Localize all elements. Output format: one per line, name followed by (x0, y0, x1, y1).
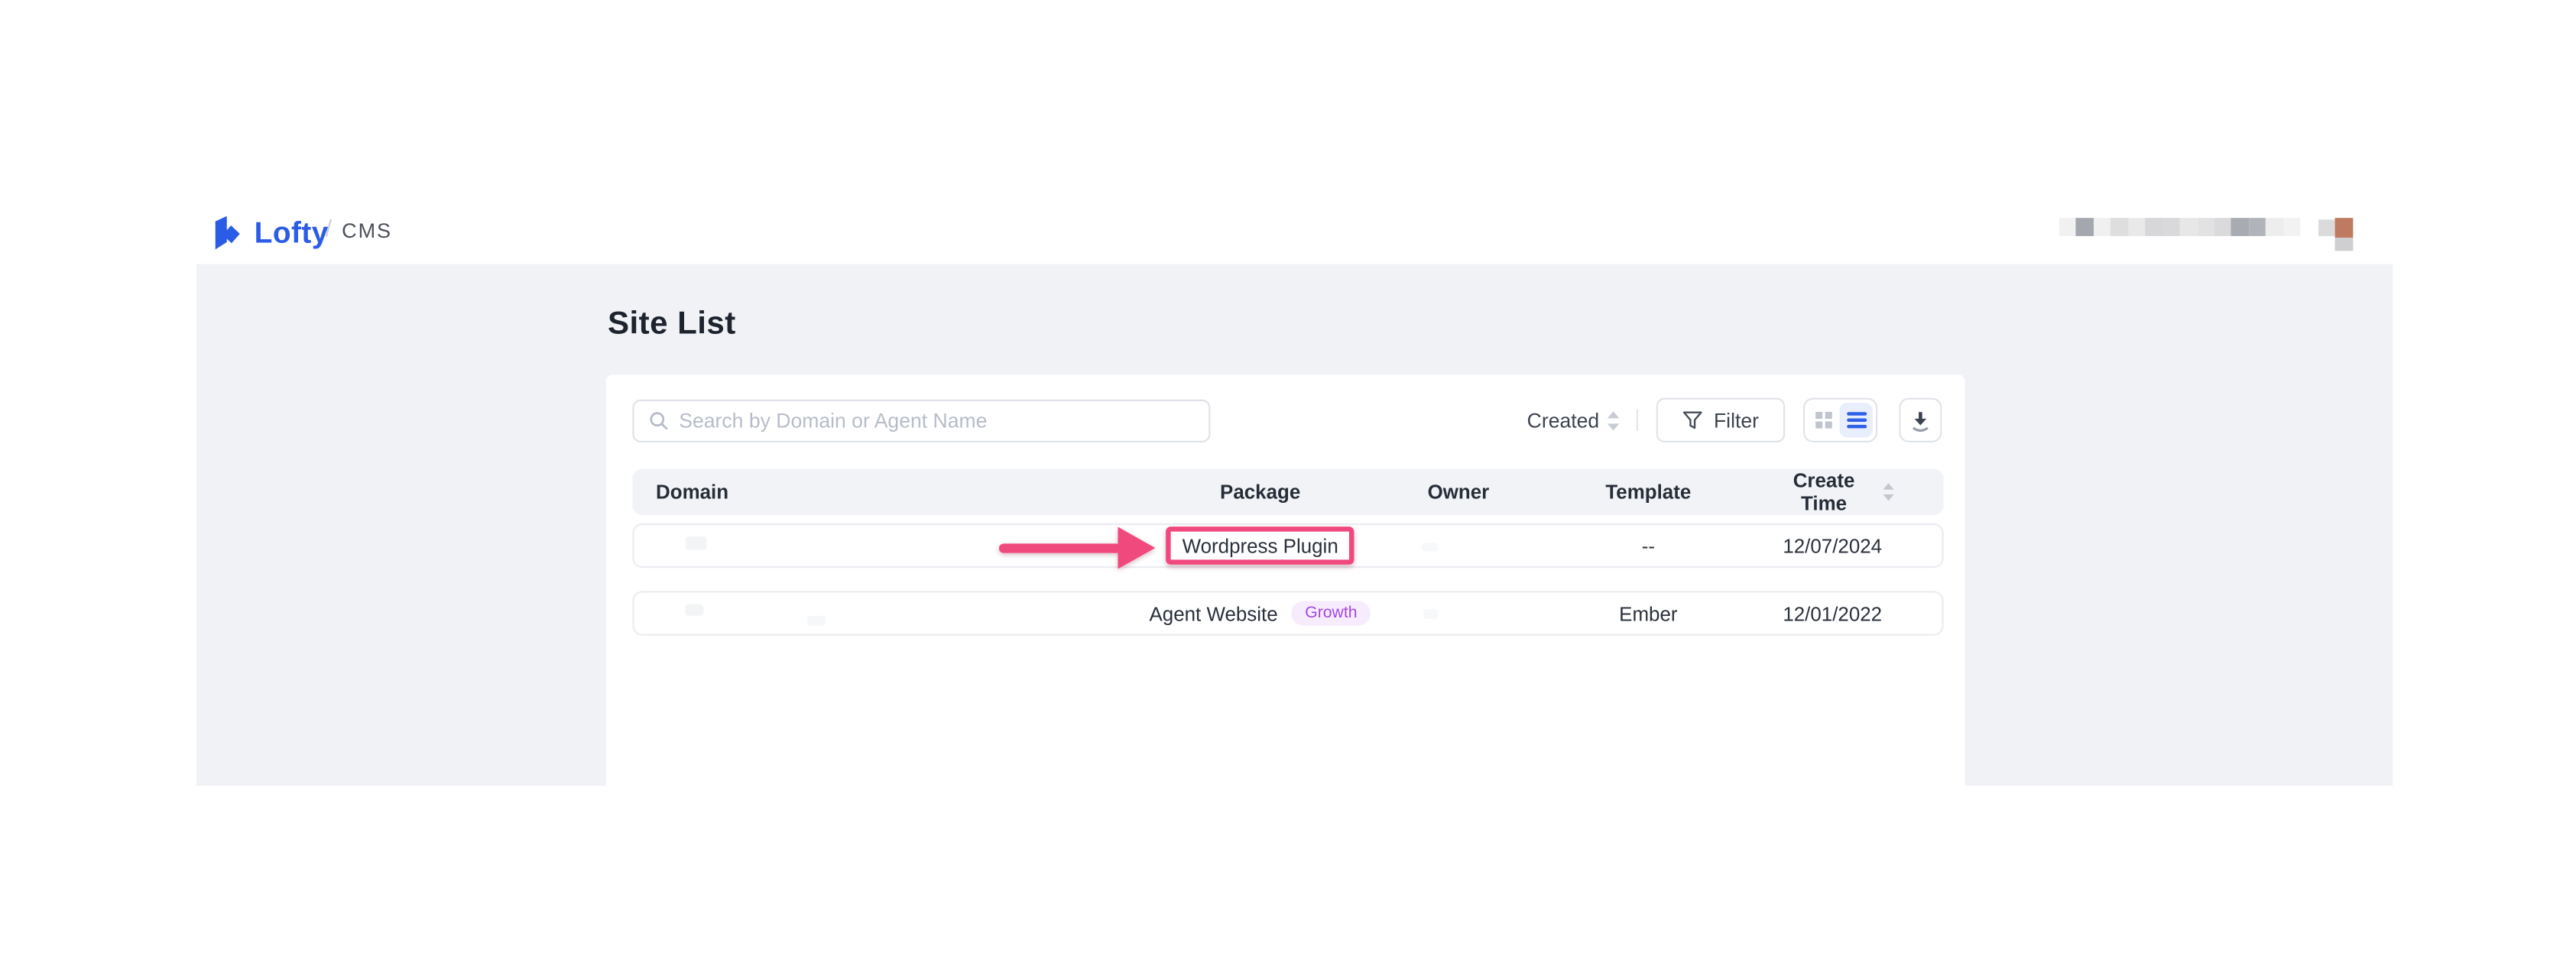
cell-template: Ember (1524, 594, 1772, 635)
sort-arrows-icon (1607, 410, 1620, 430)
redacted-pixel-block (2214, 218, 2232, 236)
column-header-owner: Owner (1393, 481, 1525, 504)
redacted-pixel-block (2059, 218, 2077, 236)
column-header-template: Template (1524, 481, 1772, 504)
page-canvas: Lofty / CMS Site List Created (0, 0, 2576, 956)
redacted-owner-block (1422, 543, 1439, 553)
annotation-arrow-icon (999, 524, 1157, 570)
list-view-icon (1846, 411, 1867, 429)
redacted-domain-block (685, 604, 703, 616)
table-header-row: Domain Package Owner Template Create Tim… (633, 468, 1944, 514)
cell-template: -- (1524, 526, 1772, 567)
cell-create-time: 12/07/2024 (1772, 526, 1942, 567)
column-header-domain: Domain (633, 481, 1128, 504)
breadcrumb-separator: / (326, 215, 332, 241)
table-row[interactable]: Wordpress Plugin -- 12/07/2024 (633, 524, 1944, 569)
redacted-domain-block (808, 616, 826, 627)
redacted-owner-block (1424, 610, 1439, 620)
cell-package: Agent Website Growth (1128, 594, 1393, 635)
redacted-pixel-block (2110, 218, 2128, 236)
cell-package: Wordpress Plugin (1128, 526, 1393, 567)
redacted-pixel-block (2162, 218, 2180, 236)
user-avatar-redacted[interactable] (2318, 217, 2354, 251)
redacted-pixel-block (2146, 218, 2163, 236)
brand-name: Lofty (255, 216, 329, 250)
top-header-bar: Lofty / CMS (0, 0, 2576, 264)
redacted-pixel-block (2076, 218, 2094, 236)
avatar-pixel-block (2335, 237, 2353, 250)
redacted-pixel-block (2266, 218, 2283, 236)
redacted-pixel-block (2128, 218, 2146, 236)
redacted-pixel-block (2249, 218, 2266, 236)
divider (1637, 410, 1638, 431)
download-icon (1909, 409, 1932, 432)
cell-owner-redacted (1393, 526, 1525, 567)
filter-button-label: Filter (1714, 409, 1759, 432)
avatar-pixel-block (2318, 219, 2336, 235)
search-input[interactable] (679, 410, 1194, 433)
download-button[interactable] (1899, 398, 1942, 442)
lofty-brand-link[interactable]: Lofty (209, 213, 329, 253)
redacted-pixel-block (2197, 218, 2214, 236)
grid-view-icon (1815, 411, 1833, 429)
grid-view-button[interactable] (1807, 403, 1840, 438)
list-controls: Created Filter (1527, 398, 1943, 442)
column-header-package: Package (1128, 481, 1393, 504)
redacted-domain-block (685, 537, 706, 549)
package-name: Agent Website (1150, 602, 1278, 625)
view-toggle-group (1803, 398, 1877, 442)
cell-domain-redacted (634, 594, 1128, 635)
avatar-pixel-block (2335, 217, 2354, 237)
redacted-pixel-block (2180, 218, 2198, 236)
sort-arrows-icon (1882, 482, 1894, 502)
page-title: Site List (608, 306, 736, 344)
column-header-create-time[interactable]: Create Time (1772, 468, 1944, 514)
list-view-button[interactable] (1841, 403, 1874, 438)
redacted-pixel-block (2283, 218, 2301, 236)
growth-badge: Growth (1291, 601, 1371, 626)
search-icon (649, 411, 669, 431)
search-box (633, 399, 1211, 442)
breadcrumb-cms: CMS (342, 219, 392, 241)
filter-button[interactable]: Filter (1656, 398, 1786, 442)
redacted-pixel-block (2094, 218, 2111, 236)
redacted-user-info (2059, 218, 2301, 236)
created-sort-label: Created (1527, 409, 1600, 432)
created-sort-control[interactable]: Created (1527, 409, 1621, 432)
create-time-label: Create Time (1772, 468, 1875, 514)
filter-funnel-icon (1682, 410, 1702, 430)
cell-owner-redacted (1393, 594, 1525, 635)
cell-create-time: 12/01/2022 (1772, 594, 1942, 635)
lofty-logo-icon (209, 213, 246, 253)
redacted-pixel-block (2231, 218, 2249, 236)
site-list-card: Created Filter (606, 374, 1964, 786)
package-highlight-box: Wordpress Plugin (1166, 527, 1355, 565)
table-row[interactable]: Agent Website Growth Ember 12/01/2022 (633, 591, 1944, 636)
